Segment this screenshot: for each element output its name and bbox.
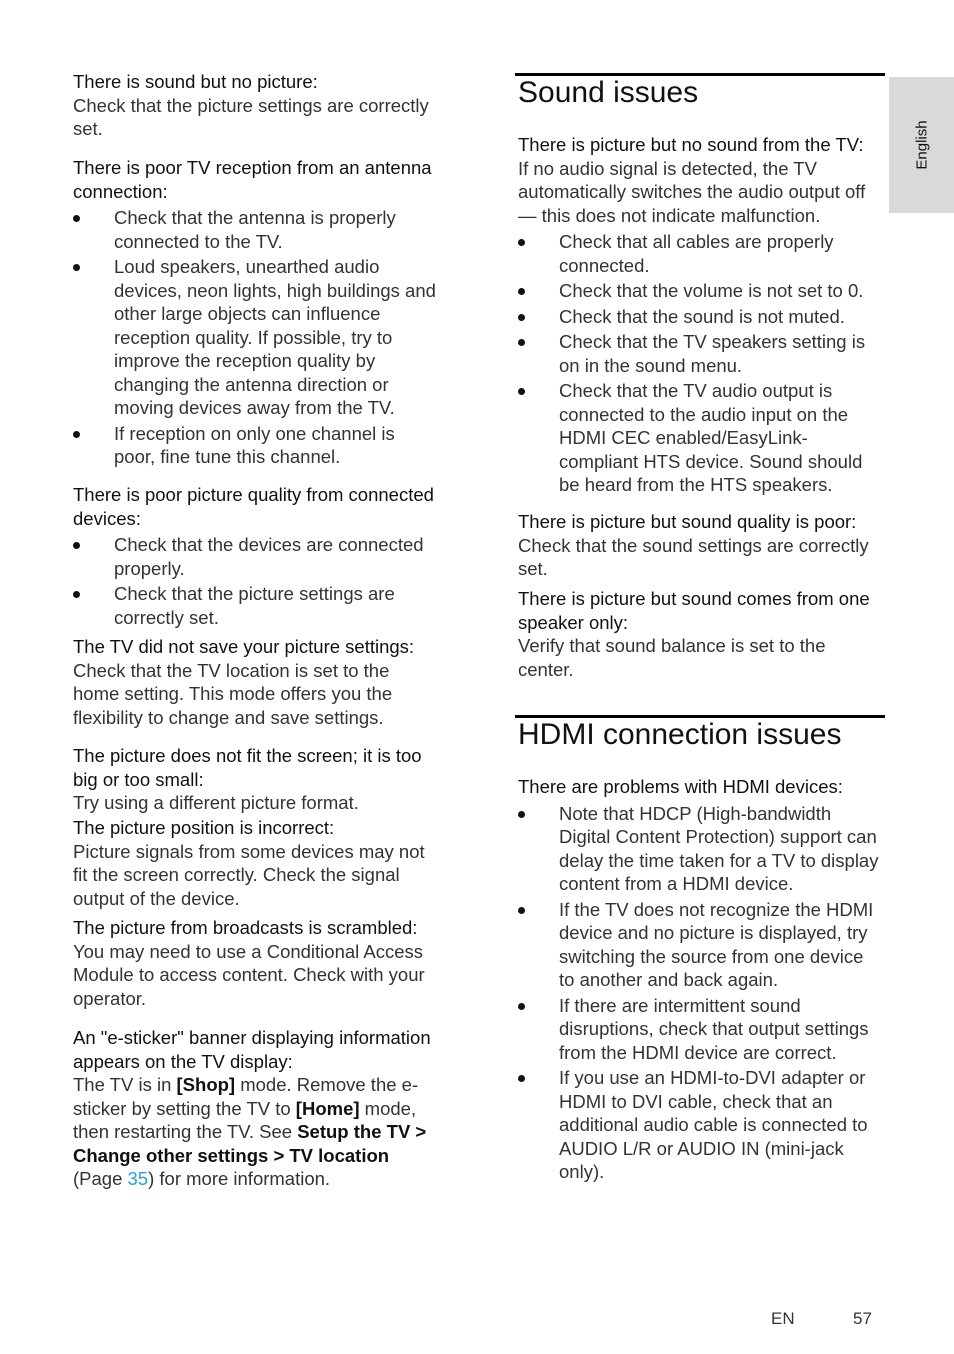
- home-mode-label: [Home]: [295, 1097, 360, 1119]
- faq-heading: The picture from broadcasts is scrambled…: [73, 917, 418, 938]
- faq-answer: Picture signals from some devices may no…: [73, 840, 425, 909]
- faq-poor-reception: There is poor TV reception from an anten…: [73, 156, 438, 471]
- faq-heading: The picture does not fit the screen; it …: [73, 745, 422, 790]
- faq-esticker: An "e-sticker" banner displaying informa…: [73, 1026, 438, 1191]
- shop-mode-label: [Shop]: [176, 1074, 236, 1095]
- bullet-icon: [73, 591, 80, 598]
- bullet-icon: [518, 1075, 525, 1082]
- list-item: Check that the devices are connected pro…: [73, 533, 438, 580]
- footer-page-number: 57: [853, 1309, 872, 1328]
- faq-sound-no-picture: There is sound but no picture: Check tha…: [73, 70, 438, 141]
- bullet-icon: [73, 215, 80, 222]
- list-item: If the TV does not recognize the HDMI de…: [518, 898, 883, 992]
- bullet-icon: [73, 264, 80, 271]
- footer-language-code: EN: [771, 1309, 795, 1328]
- page-link[interactable]: 35: [128, 1168, 149, 1189]
- faq-answer: You may need to use a Conditional Access…: [73, 940, 425, 1009]
- bullet-icon: [518, 810, 525, 818]
- bullet-icon: [518, 239, 525, 246]
- faq-answer: If no audio signal is detected, the TV a…: [518, 157, 866, 226]
- faq-picture-position: The picture position is incorrect: Pictu…: [73, 816, 438, 910]
- list-item: Check that the TV audio output is connec…: [518, 379, 883, 497]
- faq-heading: The picture position is incorrect:: [73, 817, 335, 838]
- list-item: Check that all cables are properly conne…: [518, 230, 883, 277]
- faq-no-sound: There is picture but no sound from the T…: [518, 133, 883, 499]
- bullet-icon: [73, 430, 80, 438]
- list-item: Check that the picture settings are corr…: [73, 582, 438, 629]
- list-item: Check that the sound is not muted.: [518, 305, 883, 329]
- bullet-icon: [518, 313, 525, 321]
- bullet-list: Check that the antenna is properly conne…: [73, 206, 438, 469]
- faq-answer: The TV is in [Shop] mode. Remove the e-s…: [73, 1074, 427, 1189]
- faq-answer: Check that the sound settings are correc…: [518, 534, 869, 580]
- list-item: If there are intermittent sound disrupti…: [518, 994, 883, 1065]
- section-title-sound: Sound issues: [518, 76, 699, 109]
- list-item: Check that the TV speakers setting is on…: [518, 330, 883, 377]
- faq-answer: Verify that sound balance is set to the …: [518, 635, 826, 680]
- faq-heading: The TV did not save your picture setting…: [73, 636, 415, 657]
- faq-one-speaker: There is picture but sound comes from on…: [518, 587, 883, 681]
- faq-answer: Try using a different picture format.: [73, 792, 359, 813]
- faq-answer: Check that the TV location is set to the…: [73, 659, 393, 728]
- faq-heading: An "e-sticker" banner displaying informa…: [73, 1027, 431, 1072]
- language-side-tab: English: [889, 77, 954, 213]
- faq-heading: There is poor picture quality from conne…: [73, 484, 434, 529]
- faq-settings-not-saved: The TV did not save your picture setting…: [73, 635, 438, 729]
- bullet-list: Note that HDCP (High-bandwidth Digital C…: [518, 802, 883, 1184]
- list-item: Check that the volume is not set to 0.: [518, 279, 883, 303]
- faq-hdmi-problems: There are problems with HDMI devices: No…: [518, 775, 883, 1186]
- list-item: If you use an HDMI-to-DVI adapter or HDM…: [518, 1066, 883, 1184]
- bullet-icon: [518, 388, 525, 395]
- faq-heading: There is picture but sound comes from on…: [518, 588, 870, 633]
- bullet-icon: [518, 906, 525, 914]
- list-item: Note that HDCP (High-bandwidth Digital C…: [518, 802, 883, 896]
- list-item: If reception on only one channel is poor…: [73, 422, 438, 469]
- bullet-icon: [73, 542, 80, 549]
- faq-answer: Check that the picture settings are corr…: [73, 94, 429, 140]
- faq-picture-not-fit: The picture does not fit the screen; it …: [73, 744, 438, 815]
- list-item: Loud speakers, unearthed audio devices, …: [73, 255, 438, 420]
- faq-scrambled: The picture from broadcasts is scrambled…: [73, 916, 438, 1010]
- faq-heading: There is picture but no sound from the T…: [518, 134, 864, 155]
- faq-sound-quality-poor: There is picture but sound quality is po…: [518, 510, 883, 581]
- faq-heading: There is picture but sound quality is po…: [518, 511, 857, 532]
- section-title-hdmi: HDMI connection issues: [518, 718, 842, 751]
- language-label: English: [913, 120, 930, 170]
- faq-heading: There is sound but no picture:: [73, 71, 318, 92]
- bullet-icon: [518, 1002, 525, 1010]
- bullet-icon: [518, 339, 525, 346]
- faq-heading: There are problems with HDMI devices:: [518, 776, 843, 797]
- faq-poor-quality-devices: There is poor picture quality from conne…: [73, 483, 438, 631]
- list-item: Check that the antenna is properly conne…: [73, 206, 438, 253]
- faq-heading: There is poor TV reception from an anten…: [73, 157, 432, 202]
- bullet-list: Check that all cables are properly conne…: [518, 230, 883, 497]
- bullet-icon: [518, 288, 525, 295]
- bullet-list: Check that the devices are connected pro…: [73, 533, 438, 629]
